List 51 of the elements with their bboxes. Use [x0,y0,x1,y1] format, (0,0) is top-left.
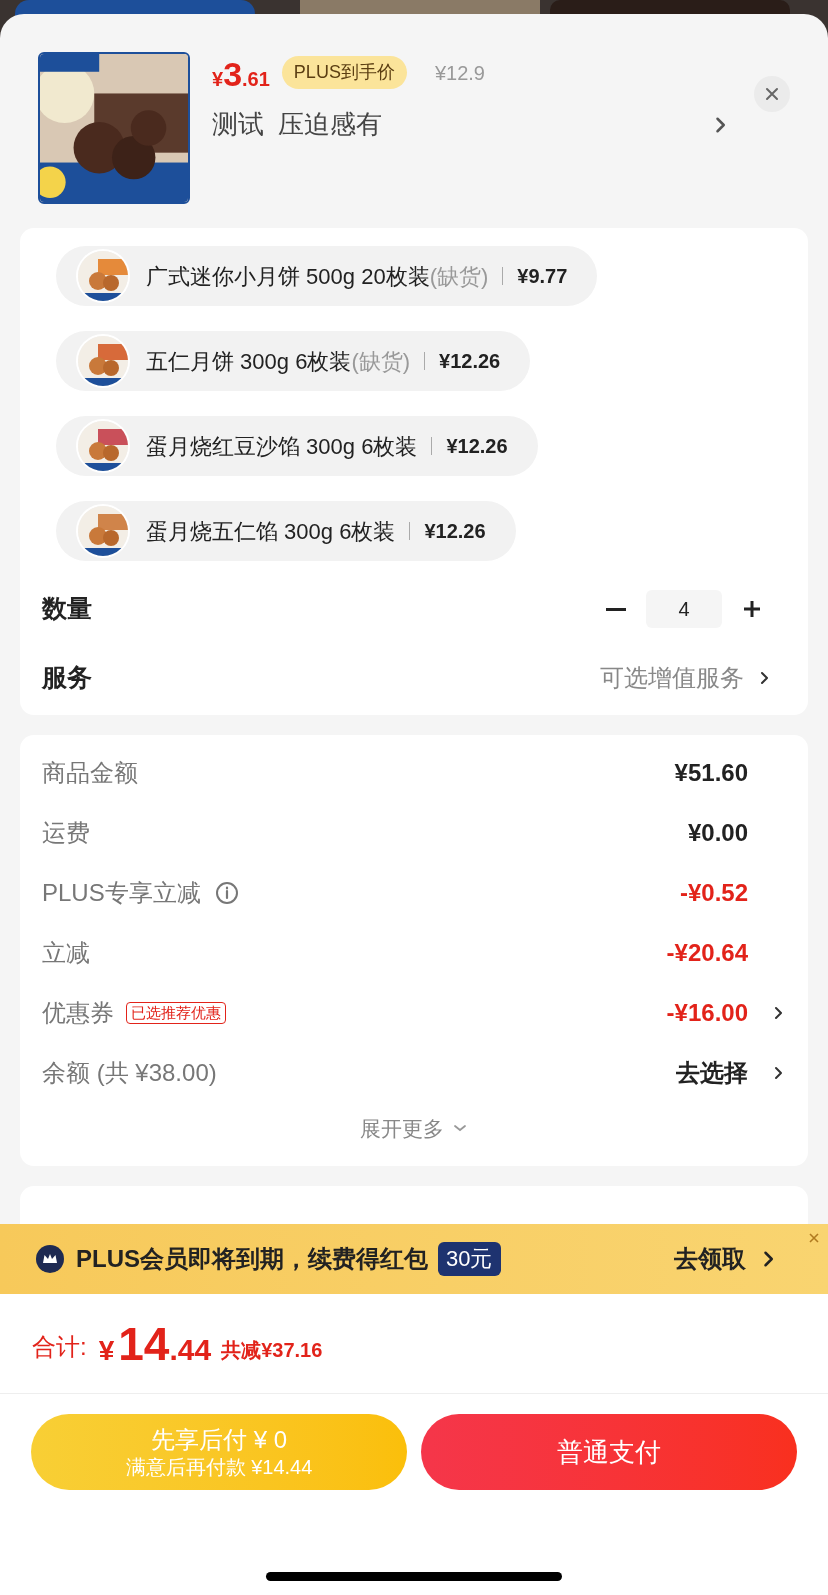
fee-label: 商品金额 [42,757,138,788]
crown-icon [36,1245,64,1273]
variant-chip[interactable]: 蛋月烧五仁馅 300g 6枚装 ¥12.26 [56,501,516,561]
close-button[interactable] [754,76,790,112]
coupon-tag: 已选推荐优惠 [126,1001,226,1024]
quantity-field[interactable]: 4 [646,590,722,628]
plus-banner[interactable]: PLUS会员即将到期，续费得红包 30元 去领取 [0,1224,828,1294]
variant-price: ¥12.26 [446,434,508,459]
expand-more-link[interactable]: 展开更多 [360,1112,444,1144]
fee-value: -¥0.52 [679,877,748,908]
fee-value: ¥51.60 [674,757,748,788]
fee-label: 优惠券 [42,997,114,1028]
variant-chip[interactable]: 广式迷你小月饼 500g 20枚装(缺货) ¥9.77 [56,246,598,306]
variant-name: 五仁月饼 300g 6枚装 [146,347,352,376]
close-icon[interactable] [808,1232,820,1244]
variant-chip[interactable]: 五仁月饼 300g 6枚装(缺货) ¥12.26 [56,331,531,391]
plus-icon [742,599,762,619]
variant-price: ¥12.26 [439,349,501,374]
fee-label: 立减 [42,937,90,968]
variant-name: 广式迷你小月饼 500g 20枚装 [146,262,430,291]
service-value[interactable]: 可选增值服务 [600,659,744,696]
fee-label: 运费 [42,817,90,848]
original-price: ¥12.9 [434,61,485,86]
fee-label: PLUS专享立减 [42,877,201,908]
quantity-label: 数量 [42,593,92,625]
banner-badge: 30元 [438,1242,501,1276]
banner-text: PLUS会员即将到期，续费得红包 [76,1244,428,1274]
variant-name: 蛋月烧五仁馅 300g 6枚装 [146,517,396,546]
plus-price-badge: PLUS到手价 [281,56,407,89]
fee-value: -¥20.64 [666,937,748,968]
stock-note: (缺货) [429,262,489,291]
variant-price: ¥12.26 [424,519,486,544]
variant-price: ¥9.77 [517,264,568,289]
service-label: 服务 [42,662,92,693]
fee-value: ¥0.00 [687,817,748,848]
selected-spec[interactable]: 测试 压迫感有 [212,105,383,144]
variant-chip[interactable]: 蛋月烧红豆沙馅 300g 6枚装 ¥12.26 [56,416,538,476]
pay-button[interactable]: 普通支付 [421,1414,797,1490]
total-amount: ¥14.44 [98,1321,212,1367]
variant-name: 蛋月烧红豆沙馅 300g 6枚装 [146,432,418,461]
claim-link[interactable]: 去领取 [674,1241,746,1277]
total-saved: 共减¥37.16 [221,1338,323,1363]
info-icon[interactable] [214,880,239,905]
fee-label: 余额 (共 ¥38.00) [42,1057,217,1088]
close-icon [764,86,780,102]
stock-note: (缺货) [351,347,411,376]
fee-value[interactable]: -¥16.00 [666,994,748,1031]
plus-price: ¥3.61 [212,57,270,91]
total-label: 合计: [32,1332,87,1362]
minus-icon [606,607,626,611]
fee-value[interactable]: 去选择 [676,1054,748,1091]
